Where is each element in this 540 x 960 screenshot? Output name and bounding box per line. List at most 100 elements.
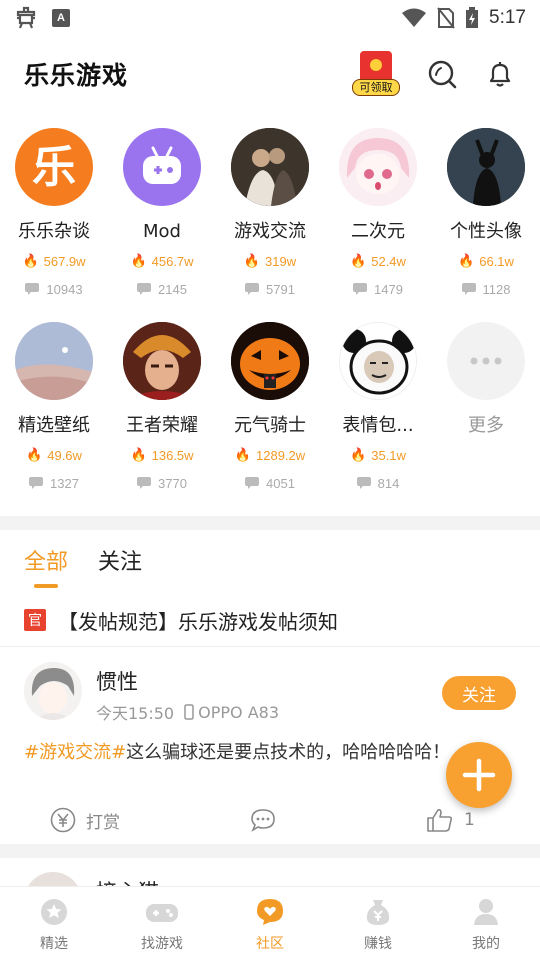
circle-comments: 4051 — [266, 475, 295, 491]
nav-find-games[interactable]: 找游戏 — [108, 887, 216, 960]
comment-icon — [461, 283, 476, 295]
nav-label: 精选 — [40, 936, 68, 952]
comment-button[interactable] — [250, 807, 276, 833]
section-divider — [0, 844, 540, 858]
pumpkin-photo — [231, 322, 309, 400]
wifi-icon — [402, 8, 427, 27]
circle-name: 游戏交流 — [234, 221, 306, 242]
reward-button[interactable]: 打赏 — [50, 807, 120, 833]
thumbs-up-icon — [427, 809, 453, 832]
circle-item[interactable]: 元气骑士 🔥 1289.2w 4051 — [216, 316, 324, 510]
reward-label: 打赏 — [86, 812, 120, 833]
circle-item[interactable]: 二次元 🔥 52.4w 1479 — [324, 122, 432, 316]
post-device: OPPO A83 — [198, 702, 279, 722]
circle-item[interactable]: Mod 🔥 456.7w 2145 — [108, 122, 216, 316]
circle-hot: 1289.2w — [256, 447, 306, 463]
feed-tabs: 全部 关注 — [24, 540, 142, 596]
comment-icon — [353, 283, 368, 295]
comment-icon — [245, 283, 260, 295]
comment-icon — [29, 477, 44, 489]
bug-icon — [16, 6, 36, 29]
gamepad-icon — [146, 904, 178, 922]
circle-comments: 814 — [377, 475, 400, 491]
no-sim-icon — [437, 7, 455, 29]
avatar[interactable] — [24, 662, 82, 720]
post-card[interactable]: 接心猫 — [0, 858, 540, 888]
circle-name: Mod — [143, 221, 181, 242]
pinned-notice[interactable]: 官 【发帖规范】乐乐游戏发帖须知 — [24, 604, 338, 636]
post-actions: 打赏 1 — [0, 802, 540, 838]
notice-title: 【发帖规范】乐乐游戏发帖须知 — [58, 609, 338, 634]
comment-icon — [137, 477, 152, 489]
post-card[interactable]: 惯性 今天15:50 OPPO A83 关注 #游戏交流#这么骗球还是要点技术的… — [0, 648, 540, 844]
clock-time: 5:17 — [489, 7, 526, 28]
fire-icon: 🔥 — [130, 253, 147, 268]
tab-following[interactable]: 关注 — [98, 540, 142, 586]
fire-icon: 🔥 — [458, 253, 475, 268]
section-divider — [0, 516, 540, 530]
user-icon — [474, 899, 498, 925]
hero-photo — [123, 322, 201, 400]
nav-me[interactable]: 我的 — [432, 887, 540, 960]
circle-hot: 319w — [265, 253, 297, 269]
circle-name: 乐乐杂谈 — [18, 221, 90, 242]
nav-earn[interactable]: 赚钱 — [324, 887, 432, 960]
keyboard-a-icon: A — [52, 9, 70, 27]
like-button[interactable]: 1 — [426, 807, 475, 833]
phone-icon — [184, 704, 194, 720]
circle-comments: 10943 — [46, 281, 83, 297]
silhouette-photo — [447, 128, 525, 206]
circle-grid: 乐 乐乐杂谈 🔥 567.9w 10943 Mod 🔥 456.7w 2145 — [0, 122, 540, 510]
plus-icon — [462, 758, 496, 792]
divider — [0, 646, 540, 647]
circle-item[interactable]: 表情包... 🔥 35.1w 814 — [324, 316, 432, 510]
status-bar: A 5:17 — [0, 0, 540, 36]
follow-button[interactable]: 关注 — [442, 676, 516, 710]
circle-name: 精选壁纸 — [18, 415, 90, 436]
circle-name: 表情包... — [342, 415, 414, 436]
circle-item[interactable]: 精选壁纸 🔥 49.6w 1327 — [0, 316, 108, 510]
search-button[interactable] — [426, 58, 458, 90]
create-post-button[interactable] — [446, 742, 512, 808]
circle-name: 王者荣耀 — [126, 415, 198, 436]
battery-charging-icon — [466, 7, 479, 28]
more-label: 更多 — [468, 415, 504, 436]
circle-hot: 567.9w — [43, 253, 86, 269]
circle-item[interactable]: 个性头像 🔥 66.1w 1128 — [432, 122, 540, 316]
nav-community[interactable]: 社区 — [216, 887, 324, 960]
comment-icon — [137, 283, 152, 295]
nav-label: 找游戏 — [141, 936, 183, 952]
tab-all[interactable]: 全部 — [24, 540, 68, 588]
yen-icon — [50, 807, 76, 833]
money-bag-icon — [366, 900, 390, 925]
app-title: 乐乐游戏 — [24, 61, 129, 90]
topic-tag[interactable]: #游戏交流# — [24, 742, 126, 763]
more-circles-button[interactable]: 更多 — [432, 316, 540, 510]
gaming-photo — [231, 128, 309, 206]
chat-bubble-icon — [251, 809, 275, 832]
panda-meme-photo — [339, 322, 417, 400]
circle-comments: 1128 — [482, 281, 511, 297]
circle-item[interactable]: 乐 乐乐杂谈 🔥 567.9w 10943 — [0, 122, 108, 316]
star-badge-icon — [41, 899, 67, 925]
red-packet-button[interactable]: 可领取 — [352, 49, 400, 99]
circle-item[interactable]: 王者荣耀 🔥 136.5w 3770 — [108, 316, 216, 510]
circle-hot: 49.6w — [47, 447, 82, 463]
circle-hot: 456.7w — [151, 253, 194, 269]
circle-comments: 1479 — [374, 281, 403, 297]
more-dots-icon — [447, 322, 525, 400]
fire-icon: 🔥 — [243, 253, 261, 268]
nav-featured[interactable]: 精选 — [0, 887, 108, 960]
bottom-nav: 精选 找游戏 社区 赚钱 我的 — [0, 886, 540, 960]
post-username[interactable]: 惯性 — [96, 666, 138, 696]
nav-label: 我的 — [472, 936, 500, 952]
circle-item[interactable]: 游戏交流 🔥 319w 5791 — [216, 122, 324, 316]
post-content[interactable]: #游戏交流#这么骗球还是要点技术的，哈哈哈哈哈！ — [24, 738, 504, 764]
circle-comments: 3770 — [158, 475, 187, 491]
nav-label: 赚钱 — [364, 936, 392, 952]
notification-button[interactable] — [484, 58, 516, 90]
circle-name: 元气骑士 — [234, 415, 306, 436]
fire-icon: 🔥 — [26, 447, 43, 462]
search-icon — [428, 60, 457, 89]
fire-icon: 🔥 — [234, 447, 252, 462]
